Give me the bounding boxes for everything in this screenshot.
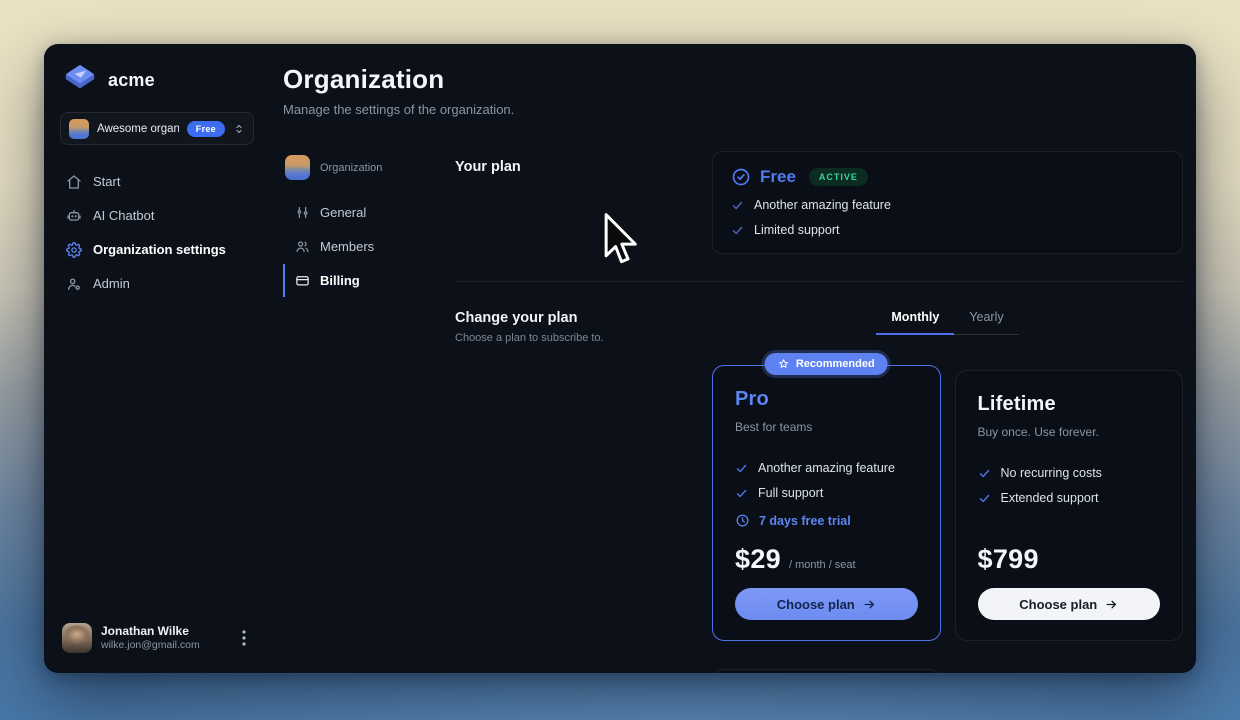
settings-nav-item-billing[interactable]: Billing: [283, 264, 455, 297]
current-plan-card: Free ACTIVE Another amazing feature: [712, 151, 1183, 254]
sidebar: acme Awesome organi… Free: [44, 44, 268, 673]
org-name: Awesome organi…: [97, 123, 179, 135]
check-icon: [731, 199, 744, 212]
settings-nav-item-general[interactable]: General: [283, 196, 455, 229]
settings-nav-item-members[interactable]: Members: [283, 230, 455, 263]
org-selector[interactable]: Awesome organi… Free: [60, 112, 254, 145]
page-subtitle: Manage the settings of the organization.: [283, 102, 1183, 117]
plan-feature: No recurring costs: [978, 466, 1161, 480]
active-status-badge: ACTIVE: [809, 168, 868, 186]
choose-plan-label: Choose plan: [777, 597, 855, 612]
sidebar-item-label: Organization settings: [93, 242, 226, 257]
free-trial-note: 7 days free trial: [735, 513, 918, 528]
settings-nav-item-label: General: [320, 205, 366, 220]
feature-text: Another amazing feature: [758, 461, 895, 475]
page-title: Organization: [283, 64, 1183, 95]
choose-plan-label: Choose plan: [1019, 597, 1097, 612]
settings-nav-item-label: Members: [320, 239, 374, 254]
kebab-menu-icon[interactable]: [236, 626, 252, 650]
check-icon: [978, 492, 991, 505]
plan-price: $29: [735, 544, 781, 575]
recommended-badge: Recommended: [765, 353, 888, 375]
home-icon: [66, 174, 82, 190]
settings-nav-item-label: Billing: [320, 273, 360, 288]
sidebar-item-label: Admin: [93, 276, 130, 291]
current-plan-name: Free: [760, 167, 796, 187]
feature-text: No recurring costs: [1001, 466, 1102, 480]
org-plan-badge: Free: [187, 121, 225, 137]
sidebar-item-label: AI Chatbot: [93, 208, 154, 223]
change-plan-subtitle: Choose a plan to subscribe to.: [455, 332, 712, 344]
feature-text: Another amazing feature: [754, 198, 891, 212]
plan-feature: Extended support: [978, 491, 1161, 505]
desktop-background: acme Awesome organi… Free: [0, 0, 1240, 720]
plan-feature: Limited support: [731, 223, 1164, 237]
sidebar-item-organization-settings[interactable]: Organization settings: [60, 233, 254, 266]
clock-icon: [735, 513, 750, 528]
feature-text: Extended support: [1001, 491, 1099, 505]
org-avatar: [69, 119, 89, 139]
admin-user-icon: [66, 276, 82, 292]
badge-check-icon: [731, 167, 751, 187]
sidebar-nav: Start AI Chatbot: [60, 165, 254, 300]
plan-feature: Another amazing feature: [735, 461, 918, 475]
tab-yearly[interactable]: Yearly: [954, 306, 1018, 335]
feature-text: Full support: [758, 486, 823, 500]
plan-description: Buy once. Use forever.: [978, 425, 1161, 439]
plan-card-enterprise: Enterprise: [712, 669, 941, 673]
plan-name: Lifetime: [978, 393, 1161, 416]
sliders-icon: [295, 205, 310, 220]
free-trial-text: 7 days free trial: [759, 514, 851, 528]
user-email: wilke.jon@gmail.com: [101, 639, 200, 652]
acme-logo-icon: [62, 64, 98, 96]
gear-icon: [66, 242, 82, 258]
settings-nav-group: Organization: [283, 155, 455, 180]
sidebar-item-start[interactable]: Start: [60, 165, 254, 198]
sidebar-spacer: [60, 300, 254, 619]
plan-price: $799: [978, 544, 1039, 575]
check-icon: [731, 224, 744, 237]
org-avatar-large: [285, 155, 310, 180]
robot-icon: [66, 208, 82, 224]
star-icon: [778, 358, 790, 370]
users-icon: [295, 239, 310, 254]
sidebar-item-label: Start: [93, 174, 120, 189]
plan-price-suffix: / month / seat: [789, 559, 856, 571]
app-window: acme Awesome organi… Free: [44, 44, 1196, 673]
app-name: acme: [108, 70, 155, 91]
plan-description: Best for teams: [735, 420, 918, 434]
change-plan-title: Change your plan: [455, 310, 712, 326]
choose-plan-pro-button[interactable]: Choose plan: [735, 588, 918, 620]
sidebar-item-admin[interactable]: Admin: [60, 267, 254, 300]
arrow-right-icon: [1105, 598, 1118, 611]
check-icon: [978, 467, 991, 480]
chevron-updown-icon: [233, 123, 245, 135]
plan-name: Pro: [735, 388, 918, 411]
user-avatar: [62, 623, 92, 653]
settings-nav-group-label: Organization: [320, 162, 382, 174]
billing-content: Your plan Free ACTIVE: [455, 117, 1183, 673]
arrow-right-icon: [863, 598, 876, 611]
settings-nav: Organization General: [283, 117, 455, 673]
plan-feature: Another amazing feature: [731, 198, 1164, 212]
recommended-label: Recommended: [796, 358, 875, 370]
your-plan-title: Your plan: [455, 159, 712, 175]
check-icon: [735, 462, 748, 475]
plan-feature: Full support: [735, 486, 918, 500]
section-divider: [455, 281, 1183, 282]
credit-card-icon: [295, 273, 310, 288]
app-logo: acme: [60, 64, 254, 96]
tab-monthly[interactable]: Monthly: [876, 306, 954, 335]
main-area: Organization Manage the settings of the …: [268, 44, 1196, 673]
feature-text: Limited support: [754, 223, 839, 237]
plan-card-lifetime: Lifetime Buy once. Use forever. No recur…: [955, 370, 1184, 641]
sidebar-item-ai-chatbot[interactable]: AI Chatbot: [60, 199, 254, 232]
billing-interval-tabs: Monthly Yearly: [876, 306, 1018, 335]
user-name: Jonathan Wilke: [101, 624, 200, 639]
plan-card-pro: Recommended Pro Best for teams Another a…: [712, 365, 941, 641]
user-menu[interactable]: Jonathan Wilke wilke.jon@gmail.com: [60, 619, 254, 657]
choose-plan-lifetime-button[interactable]: Choose plan: [978, 588, 1161, 620]
check-icon: [735, 487, 748, 500]
